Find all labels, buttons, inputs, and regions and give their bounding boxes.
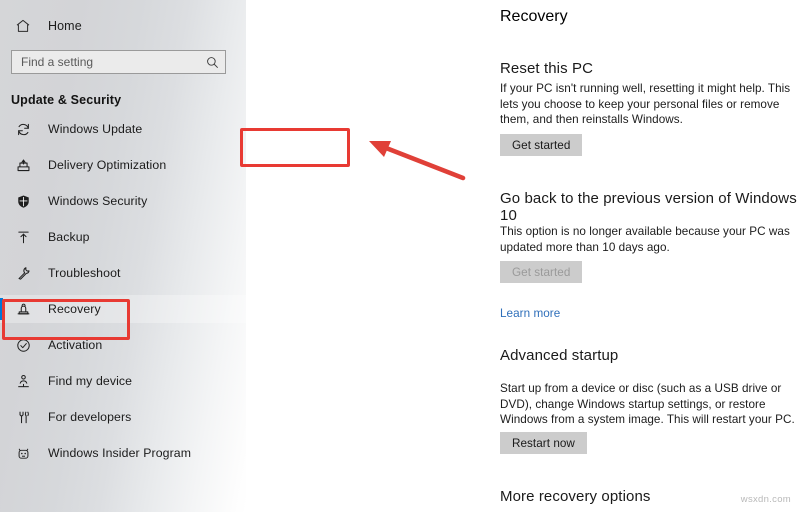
search-input[interactable] (21, 55, 206, 69)
settings-sidebar: Home Update & Security (0, 0, 246, 512)
sidebar-item-recovery[interactable]: Recovery (0, 295, 246, 323)
sidebar-item-windows-insider-program[interactable]: Windows Insider Program (0, 439, 246, 467)
sidebar-item-label: Delivery Optimization (48, 158, 167, 172)
settings-main-content: Recovery Reset this PC If your PC isn't … (246, 0, 800, 512)
sidebar-item-label: Activation (48, 338, 103, 352)
sidebar-item-label: Windows Security (48, 194, 148, 208)
wrench-icon (14, 264, 32, 282)
section-body-go-back: This option is no longer available becau… (500, 225, 790, 254)
watermark: wsxdn.com (740, 494, 791, 505)
search-icon[interactable] (206, 56, 219, 69)
sidebar-item-label: Windows Insider Program (48, 446, 192, 460)
section-heading-more-recovery-options: More recovery options (500, 488, 651, 505)
section-heading-reset-this-pc: Reset this PC (500, 60, 593, 77)
learn-more-link[interactable]: Learn more (500, 307, 560, 320)
search-box[interactable] (11, 50, 226, 74)
sidebar-item-delivery-optimization[interactable]: Delivery Optimization (0, 151, 246, 179)
sidebar-item-label: Recovery (48, 302, 101, 316)
home-icon (14, 17, 32, 35)
go-back-get-started-button[interactable]: Get started (500, 261, 583, 283)
sidebar-item-troubleshoot[interactable]: Troubleshoot (0, 259, 246, 287)
sidebar-item-label: Find my device (48, 374, 133, 388)
sidebar-item-windows-update[interactable]: Windows Update (0, 115, 246, 143)
sidebar-section-title: Update & Security (11, 93, 122, 107)
page-title: Recovery (500, 8, 568, 25)
sidebar-nav: Windows Update Delivery Optimization Win… (0, 115, 246, 467)
section-body-reset-this-pc: If your PC isn't running well, resetting… (500, 82, 791, 126)
refresh-icon (14, 120, 32, 138)
sidebar-item-windows-security[interactable]: Windows Security (0, 187, 246, 215)
sidebar-item-label: Windows Update (48, 122, 143, 136)
dev-tools-icon (14, 408, 32, 426)
sidebar-item-find-my-device[interactable]: Find my device (0, 367, 246, 395)
upload-arrow-icon (14, 228, 32, 246)
recovery-pc-icon (14, 300, 32, 318)
sidebar-item-for-developers[interactable]: For developers (0, 403, 246, 431)
shield-icon (14, 192, 32, 210)
section-body-advanced-startup: Start up from a device or disc (such as … (500, 382, 795, 426)
sidebar-item-label: For developers (48, 410, 132, 424)
reset-this-pc-get-started-button[interactable]: Get started (500, 134, 583, 156)
sidebar-item-home[interactable]: Home (0, 11, 246, 41)
sidebar-home-label: Home (48, 19, 82, 33)
sidebar-item-activation[interactable]: Activation (0, 331, 246, 359)
delivery-box-icon (14, 156, 32, 174)
check-circle-icon (14, 336, 32, 354)
restart-now-button[interactable]: Restart now (500, 432, 587, 454)
person-pin-icon (14, 372, 32, 390)
insider-cat-icon (14, 444, 32, 462)
sidebar-item-label: Backup (48, 230, 90, 244)
section-heading-go-back: Go back to the previous version of Windo… (500, 190, 797, 224)
section-heading-advanced-startup: Advanced startup (500, 347, 619, 364)
sidebar-item-label: Troubleshoot (48, 266, 121, 280)
settings-window: Home Update & Security (0, 0, 800, 512)
sidebar-item-backup[interactable]: Backup (0, 223, 246, 251)
